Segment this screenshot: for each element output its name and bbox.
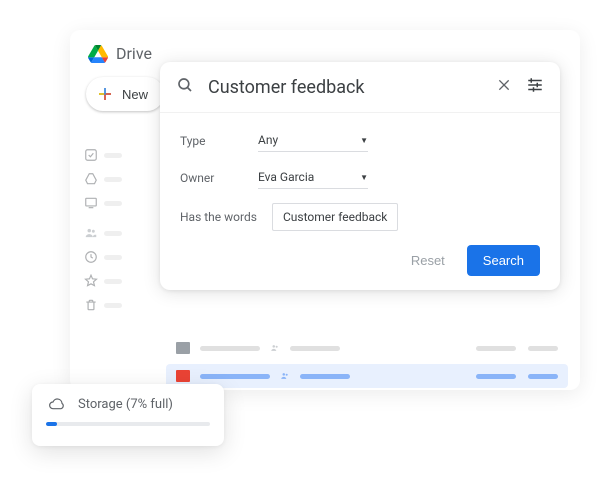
computer-icon: [84, 196, 98, 210]
app-name: Drive: [116, 44, 152, 63]
file-name-placeholder: [200, 346, 260, 351]
filter-owner-label: Owner: [180, 171, 258, 185]
chevron-down-icon: ▼: [360, 136, 368, 145]
sidebar-placeholder: [104, 279, 122, 284]
shared-icon: [268, 343, 282, 353]
filter-actions: Reset Search: [180, 245, 540, 276]
new-button[interactable]: New: [86, 77, 164, 111]
search-bar: [160, 62, 560, 113]
search-button[interactable]: Search: [467, 245, 540, 276]
search-filters: Type Any ▼ Owner Eva Garcia ▼ Has the wo…: [160, 113, 560, 290]
people-icon: [84, 226, 98, 240]
file-name-placeholder: [200, 374, 270, 379]
filter-type-row: Type Any ▼: [180, 129, 540, 152]
search-icon: [176, 76, 194, 98]
sidebar-item-recent[interactable]: [84, 250, 134, 264]
sidebar-item-shared[interactable]: [84, 226, 134, 240]
filter-owner-select[interactable]: Eva Garcia ▼: [258, 166, 368, 189]
filter-words-chip[interactable]: Customer feedback: [272, 203, 398, 231]
filter-owner-value: Eva Garcia: [258, 170, 314, 184]
reset-button[interactable]: Reset: [401, 245, 455, 276]
drive-icon: [84, 172, 98, 186]
trash-icon: [84, 298, 98, 312]
filter-type-value: Any: [258, 133, 278, 147]
cloud-icon: [46, 396, 68, 412]
sidebar-item-computers[interactable]: [84, 196, 134, 210]
star-icon: [84, 274, 98, 288]
sidebar-item-priority[interactable]: [84, 148, 134, 162]
drive-window: Drive New: [70, 30, 580, 390]
search-input[interactable]: [208, 77, 496, 98]
check-box-icon: [84, 148, 98, 162]
sidebar-item-starred[interactable]: [84, 274, 134, 288]
clock-icon: [84, 250, 98, 264]
drive-logo-icon: [88, 45, 108, 63]
new-button-label: New: [122, 87, 148, 102]
file-meta-placeholder: [528, 346, 558, 351]
file-row[interactable]: [166, 336, 568, 360]
search-options-icon[interactable]: [526, 76, 544, 98]
sidebar-placeholder: [104, 255, 122, 260]
file-meta-placeholder: [528, 374, 558, 379]
storage-label: Storage (7% full): [78, 397, 173, 412]
file-row-selected[interactable]: [166, 364, 568, 388]
sidebar-placeholder: [104, 303, 122, 308]
sidebar-placeholder: [104, 177, 122, 182]
sidebar-placeholder: [104, 153, 122, 158]
sidebar-item-mydrive[interactable]: [84, 172, 134, 186]
image-file-icon: [176, 370, 190, 382]
filter-words-row: Has the words Customer feedback: [180, 203, 540, 231]
folder-icon: [176, 342, 190, 354]
sidebar: [84, 148, 134, 322]
filter-words-label: Has the words: [180, 210, 272, 224]
storage-progress-fill: [46, 422, 57, 426]
file-meta-placeholder: [300, 374, 350, 379]
filter-owner-row: Owner Eva Garcia ▼: [180, 166, 540, 189]
storage-progress-bar: [46, 422, 210, 426]
file-meta-placeholder: [476, 346, 516, 351]
storage-header: Storage (7% full): [46, 396, 210, 412]
chevron-down-icon: ▼: [360, 173, 368, 182]
plus-icon: [96, 85, 114, 103]
shared-icon: [278, 371, 292, 381]
file-list: [166, 336, 568, 392]
search-panel: Type Any ▼ Owner Eva Garcia ▼ Has the wo…: [160, 62, 560, 290]
storage-card[interactable]: Storage (7% full): [32, 384, 224, 446]
sidebar-placeholder: [104, 231, 122, 236]
sidebar-placeholder: [104, 201, 122, 206]
file-meta-placeholder: [290, 346, 340, 351]
sidebar-item-trash[interactable]: [84, 298, 134, 312]
file-meta-placeholder: [476, 374, 516, 379]
clear-search-icon[interactable]: [496, 77, 512, 97]
filter-type-label: Type: [180, 134, 258, 148]
filter-type-select[interactable]: Any ▼: [258, 129, 368, 152]
